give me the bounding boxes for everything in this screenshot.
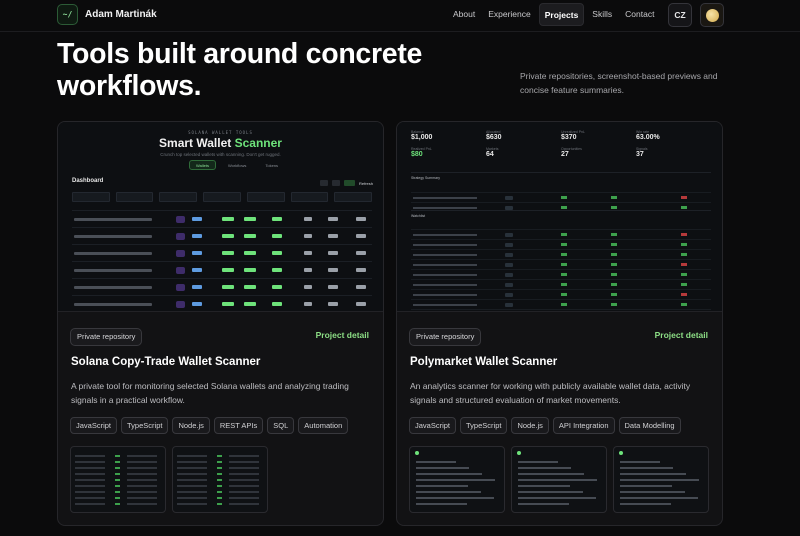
preview-controls: Refresh <box>320 180 373 186</box>
preview-row <box>411 269 711 279</box>
screenshot-thumbnail[interactable] <box>511 446 607 513</box>
language-toggle-button[interactable]: CZ <box>668 3 692 27</box>
project-card-polymarket: Balance $1,000 Allocated $630 Unrealized P… <box>396 121 723 526</box>
preview-tabs: Wallets Workflows Tokens <box>189 160 285 170</box>
tech-tag: TypeScript <box>460 417 508 434</box>
preview-row <box>411 249 711 259</box>
tech-tag: Node.js <box>511 417 549 434</box>
project-description: A private tool for monitoring selected S… <box>71 381 349 405</box>
preview-row <box>411 309 711 311</box>
preview-filter-bar <box>72 192 373 204</box>
nav-links: About Experience Projects Skills Contact <box>448 3 662 26</box>
nav-link-projects[interactable]: Projects <box>538 3 585 26</box>
preview-tab: Workflows <box>227 163 247 168</box>
tech-tag: API Integration <box>552 417 615 434</box>
project-title: Solana Copy-Trade Wallet Scanner <box>71 356 261 368</box>
preview-table <box>72 210 372 311</box>
moon-icon <box>705 8 719 22</box>
tech-tag: Node.js <box>172 417 210 434</box>
project-preview-image[interactable]: SOLANA WALLET TOOLS Smart Wallet Scanner… <box>58 122 383 312</box>
screenshot-thumbnail[interactable] <box>70 446 166 513</box>
section-title: Tools built around concrete workflows. <box>57 38 423 102</box>
screenshot-thumbnails <box>70 446 268 513</box>
project-detail-link[interactable]: Project detail <box>655 330 708 340</box>
tech-tag: REST APIs <box>213 417 264 434</box>
screenshot-thumbnail[interactable] <box>172 446 268 513</box>
preview-strategy-summary: Strategy Summary <box>411 172 711 212</box>
nav-link-skills[interactable]: Skills <box>587 3 617 26</box>
preview-row <box>411 279 711 289</box>
screenshot-thumbnails <box>409 446 709 513</box>
preview-row <box>411 259 711 269</box>
preview-kicker: SOLANA WALLET TOOLS <box>188 130 253 135</box>
preview-stat: Opportunities 27 <box>561 147 582 158</box>
preview-title: Smart Wallet Scanner <box>159 136 282 150</box>
project-preview-image[interactable]: Balance $1,000 Allocated $630 Unrealized P… <box>397 122 722 312</box>
brand-home-link[interactable]: ~/ Adam Martinák <box>57 4 157 25</box>
private-repository-badge: Private repository <box>70 328 143 346</box>
preview-stats: Balance $1,000 Allocated $630 Unrealized P… <box>411 130 711 158</box>
preview-row <box>411 299 711 309</box>
terminal-logo-icon: ~/ <box>57 4 78 25</box>
preview-dashboard-label: Dashboard <box>72 178 104 184</box>
theme-toggle-button[interactable] <box>700 3 724 27</box>
preview-stat: Unrealized PnL $370 <box>561 130 585 141</box>
preview-subtitle: Crunch top selected wallets with scannin… <box>160 152 281 157</box>
tech-tag: JavaScript <box>409 417 457 434</box>
preview-refresh: Refresh <box>359 180 374 186</box>
tech-tag: TypeScript <box>121 417 169 434</box>
preview-table-row <box>72 210 372 227</box>
project-description: An analytics scanner for working with pu… <box>410 381 691 405</box>
top-navigation: ~/ Adam Martinák About Experience Projec… <box>0 0 800 32</box>
preview-row <box>411 289 711 299</box>
preview-row <box>411 229 711 239</box>
tech-tag: Automation <box>298 417 349 434</box>
private-repository-badge: Private repository <box>409 328 482 346</box>
preview-row <box>411 239 711 249</box>
preview-table-row <box>72 295 372 311</box>
preview-stat: Win rate 63.00% <box>636 130 660 141</box>
preview-tab: Tokens <box>265 163 279 168</box>
screenshot-thumbnail[interactable] <box>409 446 505 513</box>
section-description: Private repositories, screenshot-based p… <box>520 71 718 95</box>
preview-watchlist: Watchlist <box>411 210 711 311</box>
brand-name: Adam Martinák <box>85 9 157 20</box>
project-card-solana: SOLANA WALLET TOOLS Smart Wallet Scanner… <box>57 121 384 526</box>
preview-stat: Realized PnL $80 <box>411 147 432 158</box>
preview-table-row <box>72 261 372 278</box>
project-title: Polymarket Wallet Scanner <box>410 356 558 368</box>
tech-tag: Data Modelling <box>618 417 681 434</box>
preview-stat: Balance $1,000 <box>411 130 433 141</box>
screenshot-thumbnail[interactable] <box>613 446 709 513</box>
nav-link-experience[interactable]: Experience <box>483 3 536 26</box>
nav-link-contact[interactable]: Contact <box>620 3 659 26</box>
tech-tag: JavaScript <box>70 417 118 434</box>
preview-table-row <box>72 278 372 295</box>
preview-stat: Signals 37 <box>636 147 648 158</box>
preview-stat: Markets 64 <box>486 147 499 158</box>
preview-row <box>411 192 711 202</box>
tech-tag: SQL <box>267 417 295 434</box>
preview-table-row <box>72 244 372 261</box>
tech-tags: JavaScript TypeScript Node.js API Integr… <box>409 417 681 434</box>
preview-stat: Allocated $630 <box>486 130 502 141</box>
nav-link-about[interactable]: About <box>448 3 480 26</box>
preview-table-row <box>72 227 372 244</box>
project-detail-link[interactable]: Project detail <box>316 330 369 340</box>
tech-tags: JavaScript TypeScript Node.js REST APIs … <box>70 417 349 434</box>
preview-tab: Wallets <box>189 160 216 170</box>
